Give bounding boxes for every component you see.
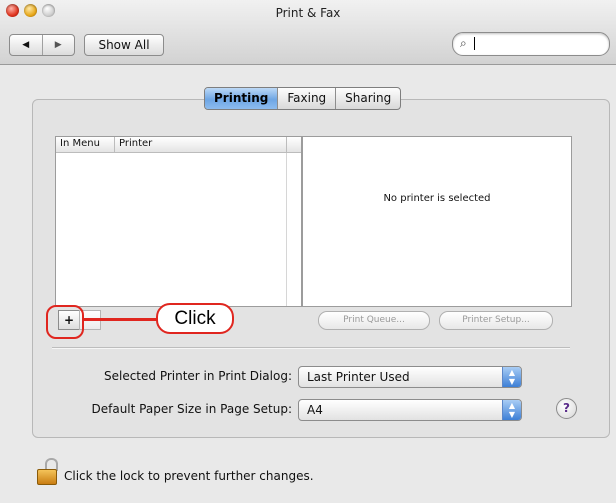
printer-info-panel: No printer is selected — [302, 136, 572, 307]
paper-size-value: A4 — [307, 403, 323, 417]
column-separator — [286, 137, 287, 152]
print-fax-window: Print & Fax ◀ ▶ Show All ⌕ Printing Faxi… — [0, 0, 616, 503]
callout-highlight-circle — [46, 305, 84, 339]
selected-printer-label: Selected Printer in Print Dialog: — [103, 369, 292, 383]
popup-arrows-icon: ▲ ▼ — [502, 400, 521, 420]
column-header-printer[interactable]: Printer — [119, 138, 152, 149]
paper-size-popup[interactable]: A4 ▲ ▼ — [298, 399, 522, 421]
lock-icon[interactable] — [37, 458, 59, 485]
search-field[interactable]: ⌕ — [452, 32, 610, 56]
lock-body — [37, 469, 57, 485]
callout-pointer-line — [82, 318, 158, 321]
selected-printer-value: Last Printer Used — [307, 370, 410, 384]
no-printer-message: No printer is selected — [383, 193, 491, 204]
window-title: Print & Fax — [275, 6, 341, 20]
back-forward-control[interactable]: ◀ ▶ — [9, 34, 75, 56]
printer-list-header: In Menu Printer — [56, 137, 301, 153]
print-queue-button[interactable]: Print Queue... — [318, 311, 430, 330]
text-caret — [474, 37, 475, 50]
search-icon: ⌕ — [460, 36, 467, 50]
column-divider — [286, 153, 287, 306]
column-header-in-menu[interactable]: In Menu — [60, 138, 100, 149]
back-arrow-icon[interactable]: ◀ — [10, 35, 43, 55]
paper-size-label: Default Paper Size in Page Setup: — [91, 402, 293, 416]
tab-faxing[interactable]: Faxing — [278, 88, 337, 109]
column-separator — [114, 137, 115, 152]
callout-label: Click — [156, 303, 234, 334]
segmented-tabs: Printing Faxing Sharing — [204, 87, 402, 110]
popup-arrows-icon: ▲ ▼ — [502, 367, 521, 387]
lock-status-text: Click the lock to prevent further change… — [64, 469, 314, 483]
selected-printer-popup[interactable]: Last Printer Used ▲ ▼ — [298, 366, 522, 388]
tab-printing[interactable]: Printing — [205, 88, 279, 109]
section-divider — [52, 347, 570, 349]
tab-sharing[interactable]: Sharing — [336, 88, 400, 109]
help-button[interactable]: ? — [556, 398, 577, 419]
printer-setup-button[interactable]: Printer Setup... — [439, 311, 553, 330]
forward-arrow-icon[interactable]: ▶ — [43, 35, 75, 55]
title-bar: Print & Fax ◀ ▶ Show All ⌕ — [0, 0, 616, 65]
show-all-button[interactable]: Show All — [84, 34, 164, 56]
printer-list[interactable]: In Menu Printer — [55, 136, 302, 307]
